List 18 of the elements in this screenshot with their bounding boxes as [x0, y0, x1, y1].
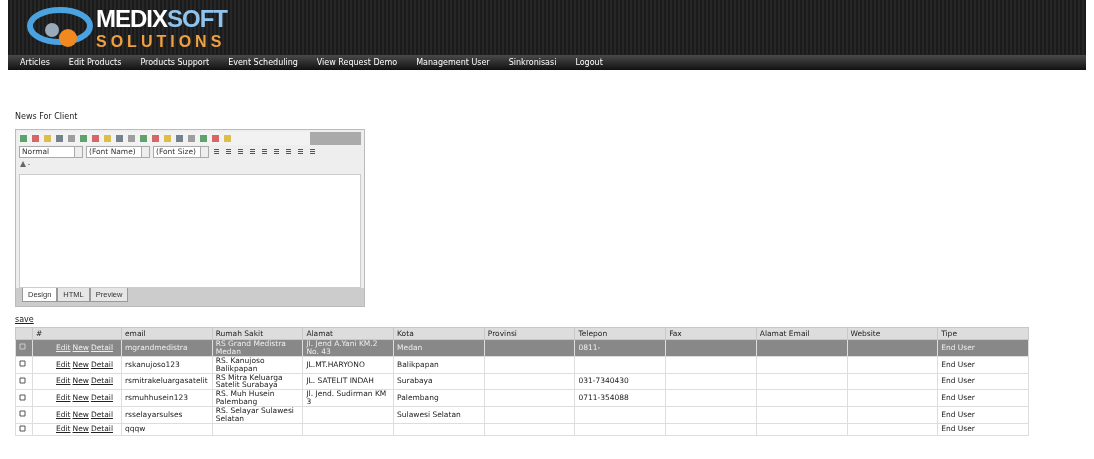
- molecule-logo-icon: [26, 5, 94, 50]
- nav-link[interactable]: Products Support: [140, 58, 210, 67]
- row-select-icon[interactable]: [19, 410, 26, 418]
- section-label: News For Client: [15, 112, 79, 121]
- logo-tagline: SOLUTIONS: [96, 32, 227, 51]
- nav-link[interactable]: Edit Products: [68, 58, 122, 67]
- nav-link[interactable]: View Request Demo: [316, 58, 398, 67]
- row-select-icon[interactable]: [19, 424, 26, 432]
- nav-link[interactable]: Sinkronisasi: [508, 58, 557, 67]
- nav-link[interactable]: Management User: [416, 58, 490, 67]
- row-select-icon[interactable]: [19, 376, 26, 384]
- save-link[interactable]: save: [15, 315, 34, 324]
- row-select-icon[interactable]: [19, 393, 26, 401]
- row-select-icon[interactable]: [19, 360, 26, 368]
- nav-link[interactable]: Logout: [575, 58, 603, 67]
- logo-wordmark: MEDIXSOFT: [96, 4, 227, 33]
- nav-link[interactable]: Event Scheduling: [228, 58, 298, 67]
- nav-link[interactable]: Articles: [20, 58, 50, 67]
